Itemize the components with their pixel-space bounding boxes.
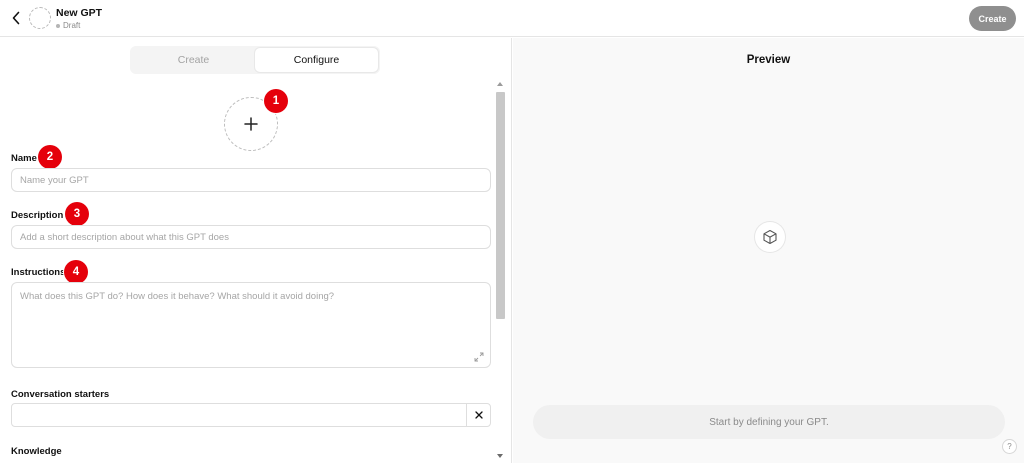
configure-panel: Create Configure 1 Name 2 Description 3 … [0,38,512,463]
clear-starter-button[interactable] [466,404,490,426]
cube-icon [763,229,777,245]
tab-create[interactable]: Create [132,48,255,72]
preview-message-bar: Start by defining your GPT. [533,405,1005,439]
preview-panel: Preview Start by defining your GPT. ? [513,38,1024,463]
preview-title: Preview [746,54,791,66]
annotation-badge-3: 3 [65,202,89,226]
conversation-starter-row [11,403,491,427]
scrollbar[interactable] [496,82,505,463]
gpt-title: New GPT [56,7,103,19]
back-button[interactable] [8,9,24,27]
knowledge-label: Knowledge [11,446,62,457]
gpt-status: Draft [56,21,80,30]
chevron-left-icon [12,11,20,25]
name-input[interactable] [11,168,491,192]
status-text: Draft [63,21,81,30]
instructions-label: Instructions [11,267,66,278]
scroll-up-arrow-icon[interactable] [497,82,503,86]
annotation-badge-4: 4 [64,260,88,284]
name-label: Name [11,153,37,164]
status-dot-icon [56,23,60,28]
plus-icon [244,117,258,131]
annotation-badge-1: 1 [264,89,288,113]
gpt-avatar [29,7,51,29]
help-button[interactable]: ? [1002,439,1017,454]
description-input[interactable] [11,225,491,249]
top-bar: New GPT Draft Create [0,0,1024,37]
conversation-starters-label: Conversation starters [11,389,110,400]
scrollbar-thumb[interactable] [496,92,505,319]
tab-configure[interactable]: Configure [255,48,378,72]
mode-tabs: Create Configure [130,46,380,74]
conversation-starter-input[interactable] [12,404,466,426]
description-label: Description [11,210,64,221]
create-button[interactable]: Create [969,6,1016,31]
instructions-textarea[interactable] [11,282,491,368]
close-icon [474,411,483,419]
scroll-down-arrow-icon[interactable] [497,454,503,458]
gpt-placeholder [755,222,785,252]
expand-icon[interactable] [474,352,484,362]
annotation-badge-2: 2 [38,145,62,169]
